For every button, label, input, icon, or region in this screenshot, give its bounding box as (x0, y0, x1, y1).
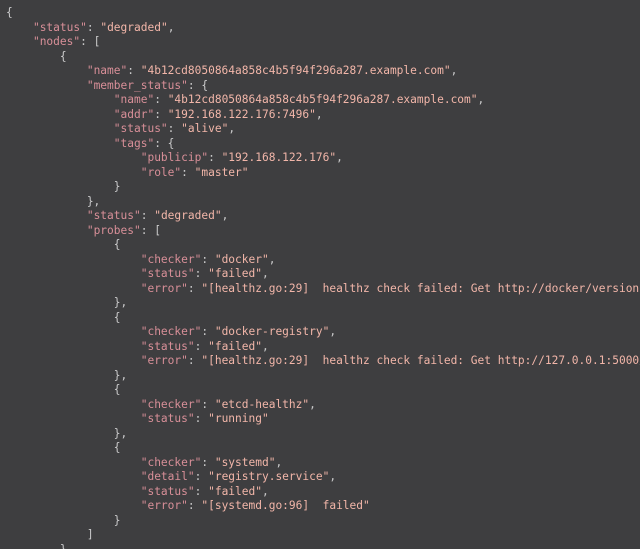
tag-publicip: "192.168.122.176" (222, 151, 337, 164)
probe0-error: "[healthz.go:29] healthz check failed: G… (201, 282, 640, 295)
json-output: { "status": "degraded", "nodes": [ { "na… (0, 0, 640, 549)
probe3-status: "failed" (208, 485, 262, 498)
node-status: "degraded" (154, 209, 221, 222)
member-addr: "192.168.122.176:7496" (168, 108, 316, 121)
tag-role: "master" (195, 166, 249, 179)
node-name: "4b12cd8050864a858c4b5f94f296a287.exampl… (141, 64, 451, 77)
probe2-checker: "etcd-healthz" (215, 398, 309, 411)
probe3-error: "[systemd.go:96] failed" (201, 499, 369, 512)
root-status: "degraded" (100, 21, 167, 34)
member-name: "4b12cd8050864a858c4b5f94f296a287.exampl… (168, 93, 478, 106)
probe2-status: "running" (208, 412, 269, 425)
probe0-checker: "docker" (215, 253, 269, 266)
probe0-status: "failed" (208, 267, 262, 280)
probe1-error: "[healthz.go:29] healthz check failed: G… (201, 354, 640, 367)
probe3-checker: "systemd" (215, 456, 276, 469)
probe3-detail: "registry.service" (208, 470, 329, 483)
member-status-val: "alive" (181, 122, 228, 135)
probe1-checker: "docker-registry" (215, 325, 330, 338)
probe1-status: "failed" (208, 340, 262, 353)
